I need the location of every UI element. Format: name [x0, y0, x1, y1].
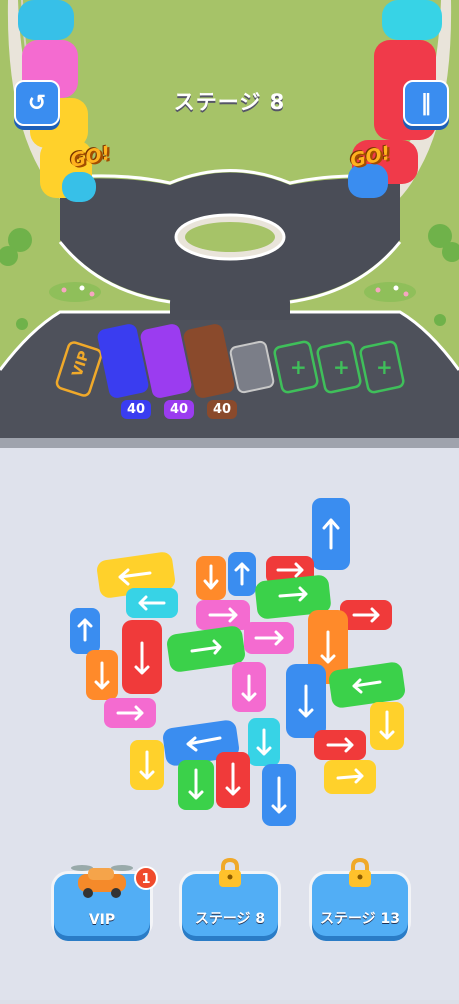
lock-icon [219, 858, 241, 887]
svg-text:+: + [376, 355, 393, 379]
stage-8-button-label: ステージ 8 [194, 911, 266, 927]
vip-car-icon [71, 865, 133, 898]
svg-text:+: + [290, 355, 307, 379]
stage-13-button-label: ステージ 13 [319, 911, 401, 927]
slot-count-2: 40 [164, 400, 194, 419]
vip-badge: 1 [134, 866, 158, 890]
vip-button-label: VIP [88, 912, 116, 928]
lock-icon [349, 858, 371, 887]
stage-title: ステージ 8 [173, 90, 286, 114]
slot-count-3: 40 [207, 400, 237, 419]
slot-count-1: 40 [121, 400, 151, 419]
svg-text:+: + [333, 355, 350, 379]
divider [0, 438, 459, 448]
